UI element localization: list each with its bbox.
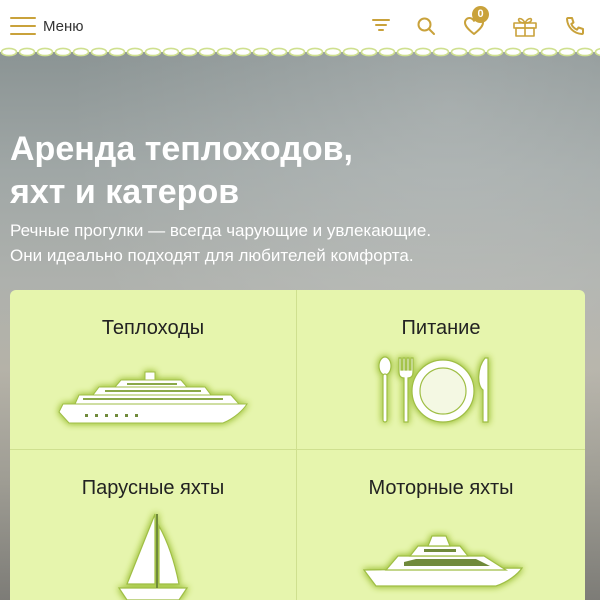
- favorites-count-badge: 0: [472, 6, 489, 23]
- sailboat-icon: [117, 513, 189, 600]
- category-label: Моторные яхты: [368, 477, 514, 499]
- search-icon[interactable]: [414, 14, 438, 38]
- menu-button[interactable]: Меню: [10, 17, 84, 35]
- motor-yacht-icon: [362, 535, 524, 587]
- favorites-button[interactable]: 0: [462, 6, 489, 38]
- hero-title-line-1: Аренда теплоходов,: [10, 130, 353, 168]
- menu-label: Меню: [43, 17, 84, 35]
- filter-icon[interactable]: [369, 14, 393, 38]
- category-label: Парусные яхты: [81, 477, 225, 499]
- category-motor-ships[interactable]: Теплоходы: [10, 290, 297, 450]
- cutlery-plate-icon: [378, 356, 489, 423]
- hero-subtitle-line-2: Они идеально подходят для любителей комф…: [10, 246, 414, 265]
- hero-subtitle-line-1: Речные прогулки — всегда чарующие и увле…: [10, 221, 432, 240]
- hero-subtitle: Речные прогулки — всегда чарующие и увле…: [10, 218, 570, 268]
- category-motor-yachts[interactable]: Моторные яхты: [297, 450, 585, 600]
- phone-icon[interactable]: [563, 14, 587, 38]
- header-scallop-border: [0, 44, 600, 60]
- hero-section: Аренда теплоходов, яхт и катеров Речные …: [0, 52, 600, 600]
- hamburger-icon: [10, 17, 36, 35]
- category-catering[interactable]: Питание: [297, 290, 585, 450]
- category-sailing-yachts[interactable]: Парусные яхты: [10, 450, 297, 600]
- motor-ship-icon: [58, 371, 248, 424]
- category-label: Теплоходы: [101, 317, 205, 339]
- hero-title-line-2: яхт и катеров: [10, 173, 240, 211]
- category-grid: Теплоходы Питание Парусные яхты Моторные…: [10, 290, 585, 600]
- gift-icon[interactable]: [510, 14, 540, 38]
- category-label: Питание: [401, 317, 481, 339]
- hero-title: Аренда теплоходов, яхт и катеров: [10, 128, 570, 214]
